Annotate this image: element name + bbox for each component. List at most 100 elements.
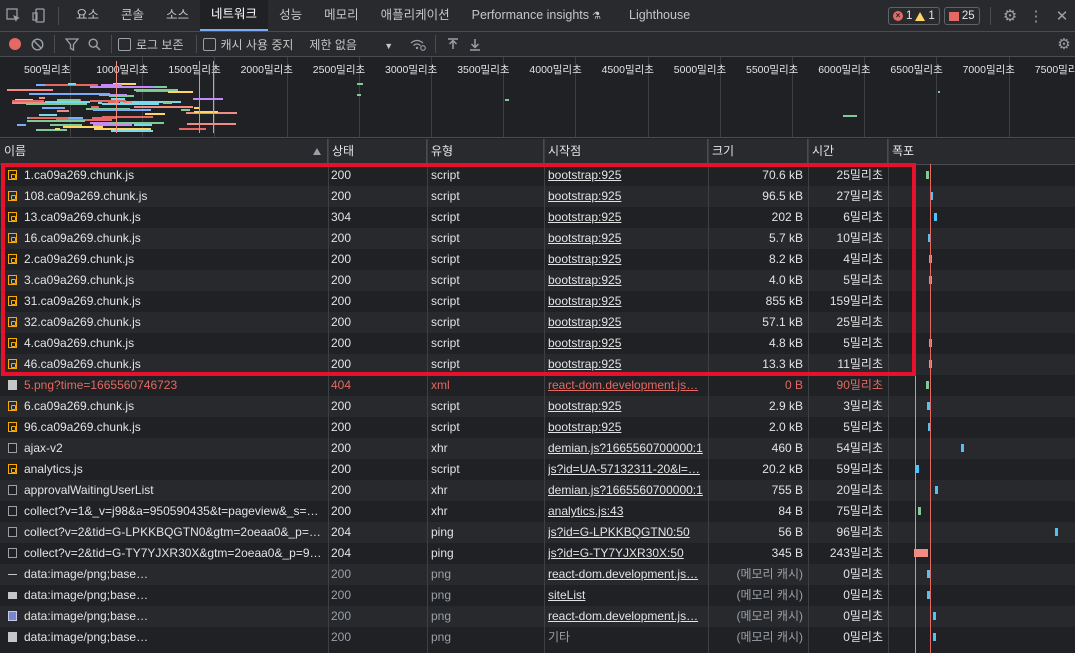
- request-initiator[interactable]: bootstrap:925: [548, 186, 705, 207]
- table-row[interactable]: 3.ca09a269.chunk.js 200 script bootstrap:92…: [0, 270, 1075, 291]
- search-button[interactable]: [83, 32, 105, 56]
- table-row[interactable]: analytics.js 200 script js?id=UA-57132311-2…: [0, 459, 1075, 480]
- request-initiator[interactable]: analytics.js:43: [548, 501, 705, 522]
- table-row[interactable]: data:image/png;base… 200 png siteList (메모리 캐…: [0, 585, 1075, 606]
- table-row[interactable]: 4.ca09a269.chunk.js 200 script bootstrap:92…: [0, 333, 1075, 354]
- request-initiator[interactable]: 기타: [548, 627, 705, 648]
- tab-performance[interactable]: 성능: [268, 0, 313, 31]
- table-row[interactable]: 6.ca09a269.chunk.js 200 script bootstrap:92…: [0, 396, 1075, 417]
- request-status: 200: [331, 567, 352, 581]
- request-initiator[interactable]: bootstrap:925: [548, 312, 705, 333]
- column-header-name[interactable]: 이름: [0, 139, 328, 164]
- table-row[interactable]: 13.ca09a269.chunk.js 304 script bootstrap:9…: [0, 207, 1075, 228]
- clear-button[interactable]: [26, 32, 48, 56]
- tab-lighthouse[interactable]: Lighthouse: [618, 0, 701, 31]
- table-row[interactable]: ajax-v2 200 xhr demian.js?1665560700000:1 46…: [0, 438, 1075, 459]
- tab-elements[interactable]: 요소: [65, 0, 110, 31]
- tab-sources[interactable]: 소스: [155, 0, 200, 31]
- table-row[interactable]: 2.ca09a269.chunk.js 200 script bootstrap:92…: [0, 249, 1075, 270]
- throttling-select[interactable]: 제한 없음 ▼: [309, 36, 393, 53]
- close-icon[interactable]: ✕: [1049, 0, 1075, 31]
- waterfall-bar: [935, 486, 938, 494]
- disable-cache-checkbox[interactable]: 캐시 사용 중지: [202, 36, 293, 53]
- column-divider: [708, 139, 709, 653]
- tab-network[interactable]: 네트워크: [200, 0, 269, 31]
- table-row[interactable]: 5.png?time=1665560746723 404 xml react-dom.…: [0, 375, 1075, 396]
- table-row[interactable]: 1.ca09a269.chunk.js 200 script bootstrap:92…: [0, 165, 1075, 186]
- request-initiator[interactable]: bootstrap:925: [548, 270, 705, 291]
- overview-request-bar: [28, 116, 69, 119]
- load-event-line: [930, 164, 931, 653]
- errors-warnings-badge[interactable]: × 1 1: [888, 7, 940, 25]
- request-initiator[interactable]: bootstrap:925: [548, 228, 705, 249]
- table-row[interactable]: 46.ca09a269.chunk.js 200 script bootstrap:9…: [0, 354, 1075, 375]
- column-header-time[interactable]: 시간: [808, 139, 888, 164]
- device-toolbar-icon[interactable]: [26, 0, 52, 31]
- request-initiator[interactable]: bootstrap:925: [548, 333, 705, 354]
- network-conditions-button[interactable]: [407, 32, 429, 56]
- request-initiator[interactable]: react-dom.development.js…: [548, 564, 705, 585]
- request-initiator[interactable]: bootstrap:925: [548, 249, 705, 270]
- request-type: xhr: [431, 483, 448, 497]
- more-options-icon[interactable]: ⋮: [1023, 0, 1049, 31]
- request-initiator[interactable]: bootstrap:925: [548, 207, 705, 228]
- tab-console[interactable]: 콘솔: [110, 0, 155, 31]
- table-row[interactable]: collect?v=2&tid=G-TY7YJXR30X&gtm=2oeaa0&…: [0, 543, 1075, 564]
- table-row[interactable]: 96.ca09a269.chunk.js 200 script bootstrap:9…: [0, 417, 1075, 438]
- request-initiator[interactable]: react-dom.development.js…: [548, 375, 705, 396]
- request-size: 2.0 kB: [768, 420, 803, 434]
- request-time: 5밀리초: [843, 336, 883, 350]
- tab-memory[interactable]: 메모리: [313, 0, 370, 31]
- table-row[interactable]: 108.ca09a269.chunk.js 200 script bootstrap:…: [0, 186, 1075, 207]
- preserve-log-checkbox[interactable]: 로그 보존: [118, 36, 184, 53]
- table-row[interactable]: 16.ca09a269.chunk.js 200 script bootstrap:9…: [0, 228, 1075, 249]
- network-overview-timeline[interactable]: 500밀리초 1000밀리초 1500밀리초 2000밀리초 2500밀리초 3000밀리…: [0, 57, 1075, 138]
- request-initiator[interactable]: demian.js?1665560700000:1: [548, 480, 705, 501]
- request-initiator[interactable]: js?id=UA-57132311-20&l=…: [548, 459, 705, 480]
- script-icon: [8, 212, 17, 222]
- column-header-type[interactable]: 유형: [427, 139, 544, 164]
- issues-badge[interactable]: 25: [943, 7, 980, 25]
- export-har-button[interactable]: [464, 32, 486, 56]
- network-settings-gear-icon[interactable]: ⚙: [1053, 32, 1075, 56]
- overview-request-bar: [57, 110, 70, 113]
- request-initiator[interactable]: js?id=G-LPKKBQGTN0:50: [548, 522, 705, 543]
- record-icon: [9, 38, 21, 50]
- column-header-waterfall[interactable]: 폭포: [888, 139, 1075, 164]
- request-status: 200: [331, 336, 352, 350]
- checkbox-box[interactable]: [202, 37, 216, 51]
- request-initiator[interactable]: bootstrap:925: [548, 291, 705, 312]
- request-initiator[interactable]: demian.js?1665560700000:1: [548, 438, 705, 459]
- column-header-size[interactable]: 크기: [708, 139, 808, 164]
- request-initiator[interactable]: siteList: [548, 585, 705, 606]
- table-row[interactable]: collect?v=2&tid=G-LPKKBQGTN0&gtm=2oeaa0&…: [0, 522, 1075, 543]
- record-button[interactable]: [4, 32, 26, 56]
- request-initiator[interactable]: bootstrap:925: [548, 354, 705, 375]
- request-time: 20밀리초: [836, 483, 883, 497]
- request-initiator[interactable]: react-dom.development.js…: [548, 606, 705, 627]
- request-initiator[interactable]: js?id=G-TY7YJXR30X:50: [548, 543, 705, 564]
- tab-performance-insights[interactable]: Performance insights ⚗: [461, 0, 612, 31]
- table-row[interactable]: 31.ca09a269.chunk.js 200 script bootstrap:9…: [0, 291, 1075, 312]
- request-initiator[interactable]: bootstrap:925: [548, 165, 705, 186]
- table-row[interactable]: data:image/png;base… 200 png 기타 (메모리 캐시) 0밀리초: [0, 627, 1075, 648]
- table-row[interactable]: collect?v=1&_v=j98&a=950590435&t=pagevie…: [0, 501, 1075, 522]
- table-row[interactable]: 32.ca09a269.chunk.js 200 script bootstrap:9…: [0, 312, 1075, 333]
- column-divider: [427, 139, 428, 653]
- table-row[interactable]: data:image/png;base… 200 png react-dom.deve…: [0, 606, 1075, 627]
- request-initiator[interactable]: bootstrap:925: [548, 417, 705, 438]
- column-header-initiator[interactable]: 시작점: [544, 139, 708, 164]
- request-initiator[interactable]: bootstrap:925: [548, 396, 705, 417]
- table-row[interactable]: approvalWaitingUserList 200 xhr demian.js?1…: [0, 480, 1075, 501]
- gear-icon[interactable]: ⚙: [997, 0, 1023, 31]
- table-row[interactable]: data:image/png;base… 200 png react-dom.deve…: [0, 564, 1075, 585]
- overview-request-bar: [938, 91, 940, 93]
- overview-event-marker: [116, 61, 117, 133]
- filter-button[interactable]: [61, 32, 83, 56]
- column-header-status[interactable]: 상태: [328, 139, 427, 164]
- import-har-button[interactable]: [442, 32, 464, 56]
- inspect-element-icon[interactable]: [0, 0, 26, 31]
- tab-application[interactable]: 애플리케이션: [370, 0, 461, 31]
- checkbox-box[interactable]: [118, 37, 131, 51]
- request-type: script: [431, 168, 460, 182]
